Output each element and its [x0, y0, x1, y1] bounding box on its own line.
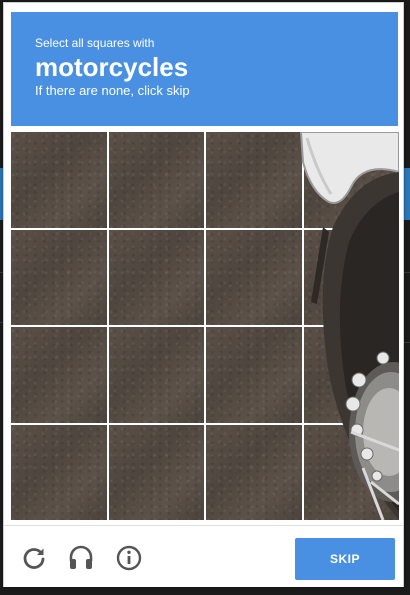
image-tile-grid [11, 132, 399, 520]
image-tile[interactable] [206, 327, 302, 423]
background-divider [404, 342, 410, 343]
skip-button[interactable]: SKIP [295, 538, 395, 580]
image-tile[interactable] [108, 229, 204, 325]
image-tile[interactable] [11, 424, 107, 520]
info-icon [116, 545, 142, 571]
reload-icon [23, 548, 45, 569]
image-tile[interactable] [206, 424, 302, 520]
reload-button[interactable] [20, 544, 48, 572]
background-page-strip [403, 168, 410, 220]
captcha-challenge-dialog: Select all squares with motorcycles If t… [3, 2, 404, 587]
audio-challenge-button[interactable] [67, 544, 95, 572]
image-tile[interactable] [303, 229, 399, 325]
headphones-icon [69, 545, 93, 569]
image-tile[interactable] [303, 132, 399, 228]
image-tile[interactable] [303, 327, 399, 423]
image-tile[interactable] [206, 229, 302, 325]
background-divider [404, 272, 410, 273]
image-tile[interactable] [11, 327, 107, 423]
challenge-footer: SKIP [4, 525, 403, 587]
challenge-instruction: Select all squares with [35, 36, 155, 50]
info-button[interactable] [115, 544, 143, 572]
challenge-subtext: If there are none, click skip [35, 83, 190, 98]
image-tile[interactable] [108, 327, 204, 423]
image-tile[interactable] [108, 132, 204, 228]
image-tile[interactable] [206, 132, 302, 228]
challenge-header: Select all squares with motorcycles If t… [11, 12, 398, 126]
challenge-target-object: motorcycles [35, 52, 189, 82]
image-tile[interactable] [11, 132, 107, 228]
image-tile[interactable] [11, 229, 107, 325]
image-tile[interactable] [303, 424, 399, 520]
image-tile[interactable] [108, 424, 204, 520]
